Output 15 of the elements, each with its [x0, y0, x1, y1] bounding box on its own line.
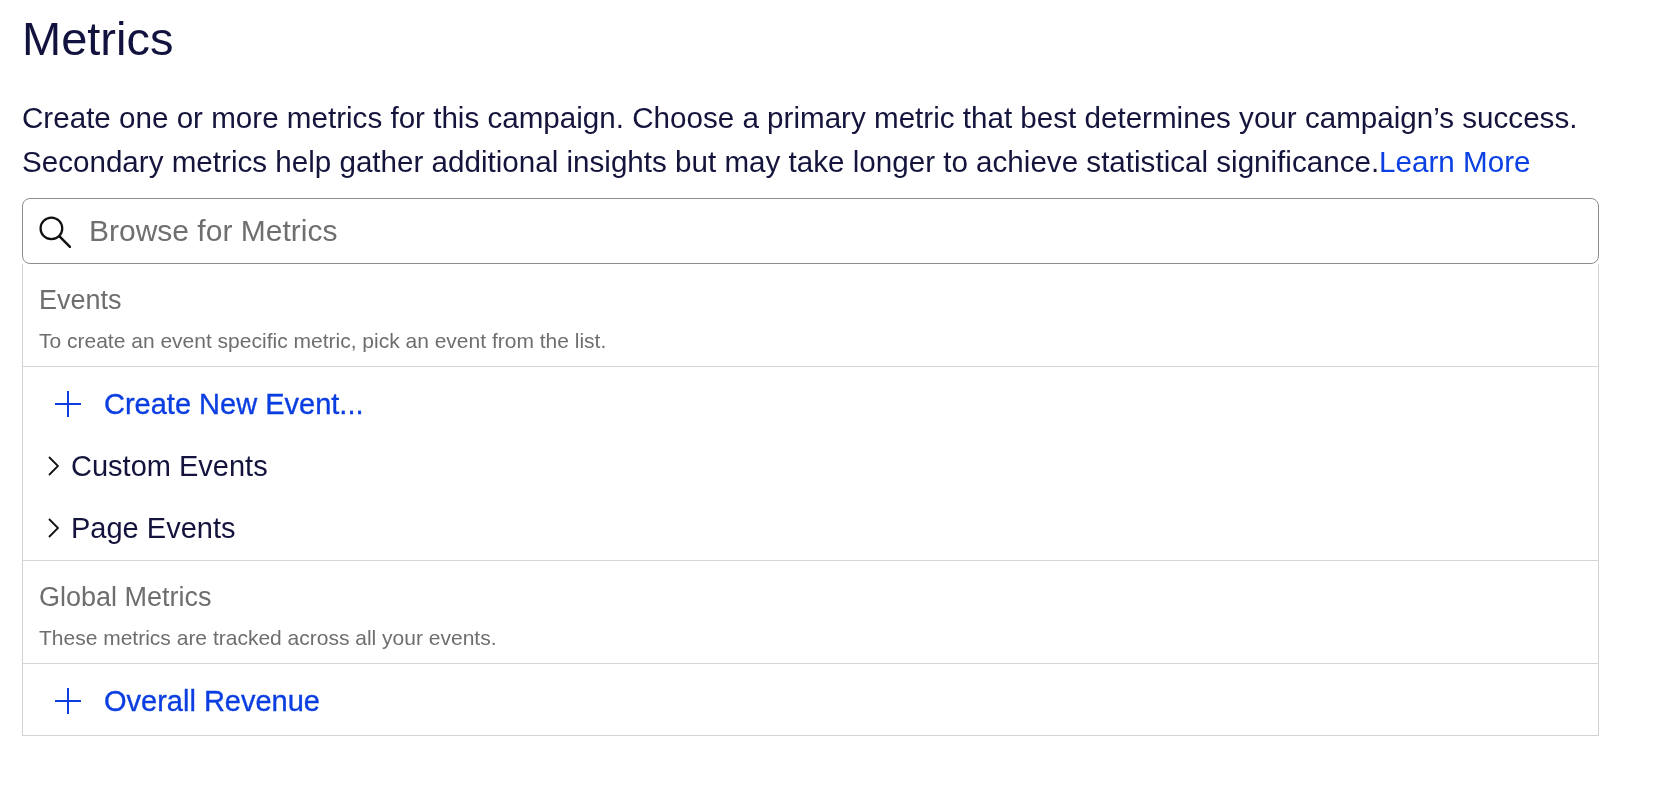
page-title: Metrics: [22, 11, 175, 67]
description-text: Create one or more metrics for this campaign. Choose a primary metric that best determines your campaign’s success. Secondary metrics help gather additional insights but may take longer to achieve statistical significance.Learn More: [22, 100, 1579, 180]
learn-more-link[interactable]: Learn More: [1379, 145, 1531, 178]
add-option[interactable]: Overall Revenue: [55, 684, 320, 718]
category-item[interactable]: Page Events: [48, 511, 236, 545]
section-hint: To create an event specific metric, pick an event from the list.: [39, 328, 608, 354]
plus-icon: [55, 688, 81, 714]
plus-icon: [55, 391, 81, 417]
search-field[interactable]: Browse for Metrics: [22, 198, 1599, 264]
section-hint: These metrics are tracked across all your events.: [39, 625, 498, 651]
add-option[interactable]: Create New Event...: [55, 387, 364, 421]
search-icon: [38, 215, 71, 248]
category-item[interactable]: Custom Events: [48, 449, 268, 483]
section-heading: Global Metrics: [39, 581, 213, 614]
section-heading: Events: [39, 284, 123, 317]
